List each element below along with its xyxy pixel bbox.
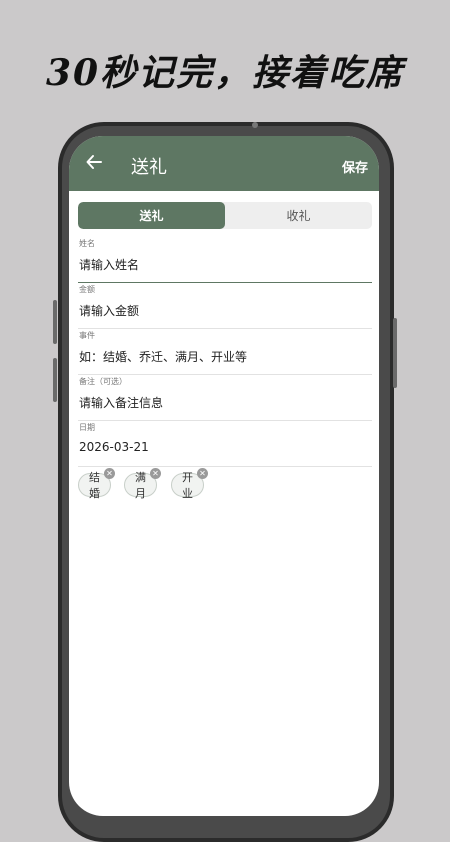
close-icon[interactable]: ✕ [104, 468, 115, 479]
name-field-label: 姓名 [79, 239, 95, 248]
app-screen: 送礼 保存 送礼 收礼 姓名 请输入姓名 金额 请输入金额 事件 如：结婚、乔迁… [69, 136, 379, 816]
arrow-left-icon [86, 155, 102, 169]
amount-field-label: 金额 [79, 285, 95, 294]
type-segmented-control: 送礼 收礼 [78, 202, 372, 229]
app-bar: 送礼 保存 [69, 136, 379, 191]
event-field-label: 事件 [79, 331, 95, 340]
page-title: 送礼 [131, 157, 167, 178]
chip-label: 满月 [135, 471, 146, 500]
camera-dot [252, 122, 258, 128]
phone-power-button [393, 318, 397, 388]
phone-volume-down-button [53, 358, 57, 402]
note-field[interactable]: 备注（可选） 请输入备注信息 [78, 376, 372, 421]
chip-label: 开业 [182, 471, 193, 500]
event-field[interactable]: 事件 如：结婚、乔迁、满月、开业等 [78, 330, 372, 375]
chip-label: 结婚 [89, 471, 100, 500]
chip-opening[interactable]: 开业 ✕ [171, 468, 208, 500]
date-field-label: 日期 [79, 423, 95, 432]
amount-input[interactable]: 请输入金额 [79, 302, 139, 319]
chip-full-month[interactable]: 满月 ✕ [124, 468, 161, 500]
promo-headline: 30秒记完，接着吃席 [45, 52, 405, 94]
date-field[interactable]: 日期 2026-03-21 [78, 422, 372, 467]
chip-wedding[interactable]: 结婚 ✕ [78, 468, 115, 500]
save-button[interactable]: 保存 [342, 157, 368, 176]
note-input[interactable]: 请输入备注信息 [79, 394, 163, 411]
tab-send-gift[interactable]: 送礼 [78, 202, 225, 229]
note-field-label: 备注（可选） [79, 377, 127, 386]
back-button[interactable] [82, 150, 106, 174]
close-icon[interactable]: ✕ [150, 468, 161, 479]
tab-receive-gift[interactable]: 收礼 [225, 202, 372, 229]
phone-volume-up-button [53, 300, 57, 344]
name-field[interactable]: 姓名 请输入姓名 [78, 238, 372, 283]
name-input[interactable]: 请输入姓名 [79, 256, 139, 273]
amount-field[interactable]: 金额 请输入金额 [78, 284, 372, 329]
event-input[interactable]: 如：结婚、乔迁、满月、开业等 [79, 348, 247, 365]
close-icon[interactable]: ✕ [197, 468, 208, 479]
date-value[interactable]: 2026-03-21 [79, 440, 149, 454]
